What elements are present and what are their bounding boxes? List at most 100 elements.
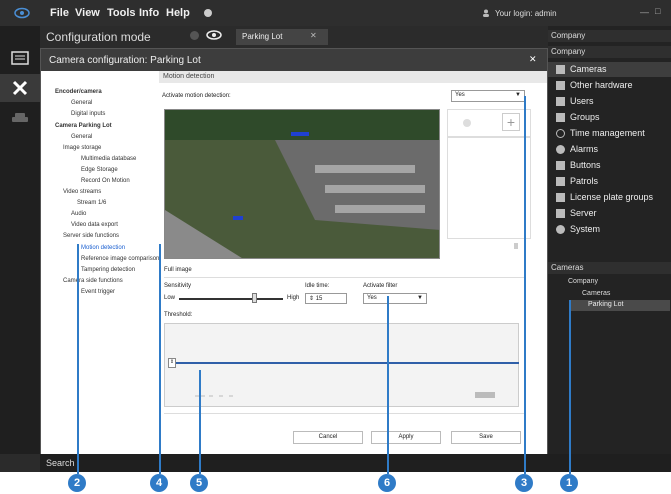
company-header: Company: [548, 30, 671, 42]
cancel-button[interactable]: Cancel: [293, 431, 363, 444]
tab-close-icon[interactable]: ✕: [310, 31, 317, 40]
circle-tool-icon[interactable]: [463, 119, 471, 127]
tree-tampering[interactable]: Tampering detection: [81, 267, 135, 273]
callout-5: 5: [190, 474, 208, 492]
nav-system[interactable]: System: [548, 222, 671, 237]
tab-parking-lot[interactable]: Parking Lot ✕: [236, 29, 328, 45]
tree-parking-lot-row[interactable]: Parking Lot: [570, 300, 670, 311]
mask-tools: +: [447, 109, 531, 137]
nav-groups[interactable]: Groups: [548, 110, 671, 125]
tree-video-export[interactable]: Video data export: [71, 222, 118, 228]
callout-line-2: [77, 244, 79, 474]
sensitivity-label: Sensitivity: [164, 283, 192, 289]
nav-license-plate-groups[interactable]: License plate groups: [548, 190, 671, 205]
idle-time-input[interactable]: ⇕ 15: [305, 293, 347, 304]
dialog-close-icon[interactable]: ✕: [529, 54, 537, 65]
nav-users[interactable]: Users: [548, 94, 671, 109]
motion-detection-panel: Motion detection Activate motion detecti…: [159, 71, 547, 455]
search-label[interactable]: Search: [46, 458, 75, 468]
tree-digital-inputs[interactable]: Digital inputs: [71, 111, 105, 117]
tree-server-side[interactable]: Server side functions: [63, 233, 119, 239]
tree-stream[interactable]: Stream 1/6: [77, 200, 106, 206]
menu-tools[interactable]: Tools: [107, 7, 136, 19]
panel-title: Motion detection: [163, 73, 215, 80]
add-icon[interactable]: +: [502, 113, 520, 131]
tree-motion-detection[interactable]: Motion detection: [81, 245, 125, 251]
eye-icon[interactable]: [206, 29, 224, 43]
sensitivity-high: High: [287, 295, 300, 301]
menu-file[interactable]: File: [50, 7, 69, 19]
activate-label: Activate motion detection:: [162, 93, 231, 99]
dialog-title-bar: Camera configuration: Parking Lot ✕: [41, 49, 547, 71]
hardware-icon: [556, 81, 565, 90]
tree-camera[interactable]: Camera Parking Lot: [55, 123, 112, 129]
scroll-handle[interactable]: [514, 243, 518, 249]
nav-other-hardware[interactable]: Other hardware: [548, 78, 671, 93]
nav-alarms[interactable]: Alarms: [548, 142, 671, 157]
activate-value: Yes: [455, 92, 465, 98]
server-icon: [556, 209, 565, 218]
configuration-button[interactable]: [0, 74, 40, 102]
help-icon[interactable]: [190, 31, 199, 40]
callout-line-4: [159, 244, 161, 474]
tree-image-storage[interactable]: Image storage: [63, 145, 101, 151]
sensitivity-slider-thumb[interactable]: [252, 293, 257, 303]
nav-time-management[interactable]: Time management: [548, 126, 671, 141]
threshold-graph[interactable]: ⇕: [164, 323, 519, 407]
nav-cameras[interactable]: Cameras: [548, 62, 671, 77]
tree-general2[interactable]: General: [71, 134, 92, 140]
tree-encoder[interactable]: Encoder/camera: [55, 89, 102, 95]
mode-title: Configuration mode: [46, 30, 151, 44]
panel-header: Motion detection: [159, 71, 547, 83]
tools-icon: [12, 80, 28, 96]
tree-event-trigger[interactable]: Event trigger: [81, 289, 115, 295]
nav-label: Groups: [570, 112, 600, 122]
nav-server[interactable]: Server: [548, 206, 671, 221]
tree-cameras[interactable]: Cameras: [582, 290, 610, 297]
tree-multimedia[interactable]: Multimedia database: [81, 156, 136, 162]
menu-bar: File View Tools Info Help Your login: ad…: [0, 0, 671, 26]
tree-video-streams[interactable]: Video streams: [63, 189, 101, 195]
camera-image[interactable]: [164, 109, 440, 259]
save-button[interactable]: Save: [451, 431, 521, 444]
menu-help[interactable]: Help: [166, 7, 190, 19]
camera-icon: [556, 65, 565, 74]
tree-camera-side[interactable]: Camera side functions: [63, 278, 123, 284]
live-view-button[interactable]: [0, 44, 40, 72]
nav-buttons[interactable]: Buttons: [548, 158, 671, 173]
menu-info[interactable]: Info: [139, 7, 159, 19]
nav-label: License plate groups: [570, 192, 654, 202]
tree-general[interactable]: General: [71, 100, 92, 106]
company-header-2: Company: [548, 46, 671, 58]
nav-patrols[interactable]: Patrols: [548, 174, 671, 189]
nav-label: Buttons: [570, 160, 601, 170]
user-icon: [482, 9, 490, 17]
minimize-icon[interactable]: —: [640, 7, 649, 17]
filter-select[interactable]: Yes ▼: [363, 293, 427, 304]
tree-parking-lot: Parking Lot: [588, 301, 624, 308]
activate-select[interactable]: Yes ▼: [451, 90, 525, 102]
car-icon: [12, 113, 28, 122]
patrols-icon: [556, 177, 565, 186]
menu-view[interactable]: View: [75, 7, 100, 19]
clock-icon: [556, 129, 565, 138]
callout-2: 2: [68, 474, 86, 492]
nav-label: Patrols: [570, 176, 599, 186]
tree-company[interactable]: Company: [568, 278, 598, 285]
apply-button[interactable]: Apply: [371, 431, 441, 444]
tree-audio[interactable]: Audio: [71, 211, 86, 217]
stepper-icon[interactable]: ⇕: [309, 296, 316, 302]
divider: [164, 413, 524, 414]
nav-label: Server: [570, 208, 597, 218]
sensitivity-slider[interactable]: [179, 298, 283, 300]
maximize-icon[interactable]: □: [655, 6, 660, 16]
callout-line-1: [569, 300, 571, 474]
config-tree: Encoder/camera General Digital inputs Ca…: [41, 71, 159, 455]
tree-record[interactable]: Record On Motion: [81, 178, 130, 184]
filter-label: Activate filter: [363, 283, 398, 289]
tree-edge[interactable]: Edge Storage: [81, 167, 118, 173]
settings-gear-icon[interactable]: [204, 9, 212, 17]
tree-reference[interactable]: Reference image comparison: [81, 256, 159, 262]
callout-6: 6: [378, 474, 396, 492]
vehicle-button[interactable]: [0, 104, 40, 132]
